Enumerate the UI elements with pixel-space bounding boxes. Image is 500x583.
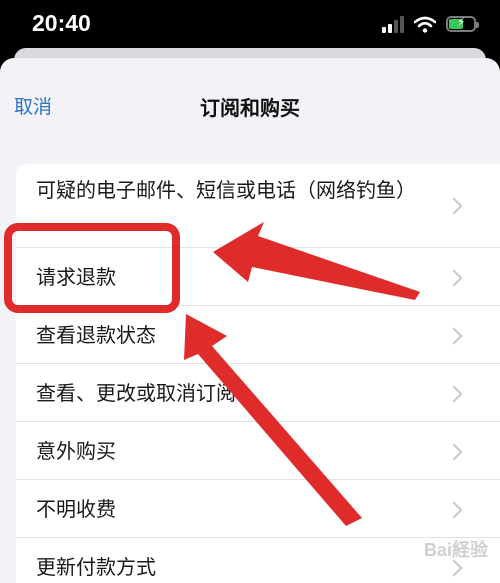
annotation-arrows (184, 222, 420, 526)
watermark-logo: Bai経验 (423, 540, 488, 560)
arrow-right-upper (213, 222, 420, 300)
arrow-bottom-diagonal (184, 314, 362, 526)
